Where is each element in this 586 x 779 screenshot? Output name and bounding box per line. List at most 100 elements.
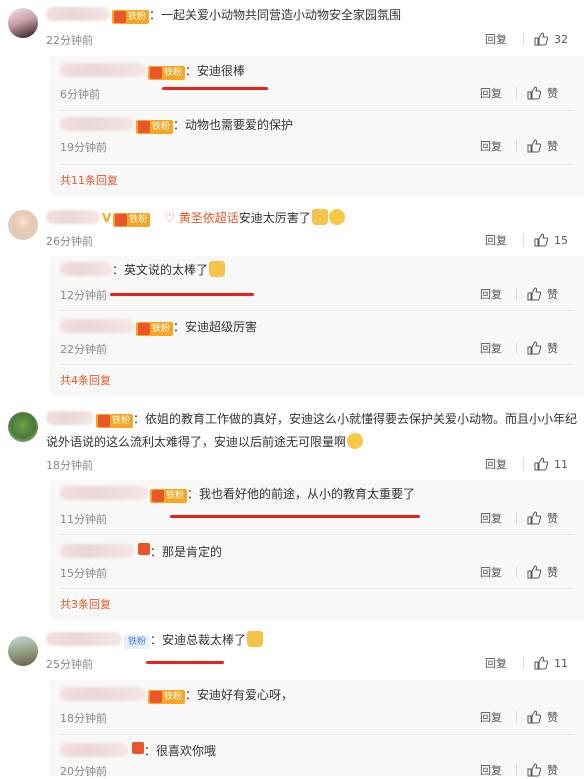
comment-3: 铁粉 ：依姐的教育工作做的真好，安迪这么小就懂得要去保护关爱小动物。而且小小年纪 …: [0, 402, 586, 624]
thumbs-up-icon[interactable]: [534, 32, 548, 46]
reply-item: 铁粉 ：安迪超级厉害 22分钟前 回复 赞: [50, 311, 584, 364]
fan-badge: 铁粉: [136, 120, 174, 134]
thumbs-up-icon[interactable]: [534, 233, 548, 247]
thumbs-up-icon[interactable]: [527, 511, 541, 525]
comment-4: 铁粉 ：安迪总裁太棒了 25分钟前 回复 11 铁粉 ：安迪好有爱心呀， 18分钟前…: [0, 624, 586, 778]
reply-text: ：安迪好有爱心呀，: [185, 688, 294, 702]
reply-button[interactable]: 回复: [480, 138, 502, 154]
reply-button[interactable]: 回复: [485, 232, 507, 248]
divider: [516, 566, 517, 578]
reply-box: 铁粉 ：我也看好他的前途，从小的教育太重要了 11分钟前 回复 赞 ：那是肯定的 …: [50, 480, 584, 620]
username[interactable]: [46, 411, 94, 425]
username[interactable]: [60, 743, 128, 757]
like-label[interactable]: 赞: [547, 709, 558, 725]
super-topic-link[interactable]: ♡ 黄圣依超话: [164, 211, 239, 225]
reply-text: ：安迪很棒: [185, 64, 246, 78]
thumbs-up-icon[interactable]: [527, 565, 541, 579]
thumbs-up-icon[interactable]: [527, 86, 541, 100]
blush-emoji-icon: [347, 433, 364, 449]
username[interactable]: [60, 262, 112, 276]
highlight-underline: [110, 293, 254, 296]
username[interactable]: [60, 486, 148, 500]
thumbs-up-icon[interactable]: [527, 341, 541, 355]
reply-button[interactable]: 回复: [485, 31, 507, 47]
reply-button[interactable]: 回复: [480, 564, 502, 580]
comment-text-line1: ：依姐的教育工作做的真好，安迪这么小就懂得要去保护关爱小动物。而且小小年纪: [133, 412, 578, 426]
fan-badge: 铁粉: [96, 414, 134, 428]
reply-text: ：安迪超级厉害: [173, 320, 258, 334]
like-label[interactable]: 赞: [547, 340, 558, 356]
like-label[interactable]: 赞: [547, 85, 558, 101]
reply-button[interactable]: 回复: [485, 655, 507, 671]
like-count: 11: [554, 656, 568, 670]
more-replies-link[interactable]: 共3条回复: [60, 596, 111, 612]
username[interactable]: [46, 632, 122, 646]
username[interactable]: [60, 544, 134, 558]
thumbs-up-emoji-icon: [209, 261, 226, 277]
fan-badge-icon: [136, 542, 150, 556]
avatar[interactable]: [8, 210, 38, 240]
reply-time: 18分钟前: [60, 712, 107, 725]
username[interactable]: [60, 63, 146, 77]
reply-item: ：很喜欢你哦 20分钟前 回复 赞: [50, 735, 584, 778]
verified-v-icon: V: [102, 211, 112, 225]
thumbs-up-icon[interactable]: [527, 710, 541, 724]
username[interactable]: [60, 117, 134, 131]
reply-item: ：那是肯定的 15分钟前 回复 赞: [50, 535, 584, 588]
reply-time: 15分钟前: [60, 567, 107, 580]
reply-button[interactable]: 回复: [480, 709, 502, 725]
reply-time: 22分钟前: [60, 343, 107, 356]
thumbs-up-icon[interactable]: [527, 287, 541, 301]
like-label[interactable]: 赞: [547, 286, 558, 302]
avatar[interactable]: [8, 8, 38, 38]
like-label[interactable]: 赞: [547, 510, 558, 526]
highlight-underline: [162, 87, 268, 90]
reply-button[interactable]: 回复: [480, 510, 502, 526]
reply-item: 铁粉 ：安迪很棒 6分钟前 回复 赞: [50, 56, 584, 110]
thumbs-up-icon[interactable]: [534, 457, 548, 471]
username[interactable]: [60, 687, 146, 701]
reply-item: 铁粉 ：动物也需要爱的保护 19分钟前 回复 赞: [50, 111, 584, 164]
username[interactable]: [60, 319, 134, 333]
username[interactable]: [46, 7, 110, 21]
divider: [523, 458, 524, 470]
fan-badge: 铁粉: [148, 66, 186, 80]
like-label[interactable]: 赞: [547, 138, 558, 154]
reply-text: ：动物也需要爱的保护: [173, 118, 294, 132]
thumbs-up-emoji-icon: [247, 631, 264, 647]
divider: [523, 234, 524, 246]
reply-button[interactable]: 回复: [480, 340, 502, 356]
reply-button[interactable]: 回复: [485, 456, 507, 472]
comment-text-line2: 说外语说的这么流利太难得了，安迪以后前途无可限量啊: [46, 435, 347, 449]
reply-box: ：英文说的太棒了 12分钟前 回复 赞 铁粉 ：安迪超级厉害 22分钟前 回复 赞…: [50, 256, 584, 396]
avatar[interactable]: [8, 636, 38, 666]
username[interactable]: [46, 210, 100, 224]
fan-badge: 铁粉: [136, 322, 174, 336]
reply-item: 铁粉 ：我也看好他的前途，从小的教育太重要了 11分钟前 回复 赞: [50, 480, 584, 534]
reply-text: ：很喜欢你哦: [144, 744, 217, 758]
avatar[interactable]: [8, 412, 38, 442]
like-label[interactable]: 赞: [547, 564, 558, 580]
thumbs-up-icon[interactable]: [534, 656, 548, 670]
thumbs-up-icon[interactable]: [527, 763, 541, 777]
fan-badge-icon: [130, 741, 144, 755]
comment-text: 安迪太厉害了: [238, 211, 311, 225]
reply-button[interactable]: 回复: [480, 286, 502, 302]
thumbs-up-icon[interactable]: [527, 139, 541, 153]
highlight-underline: [170, 515, 420, 518]
surprised-emoji-icon: [328, 209, 345, 225]
reply-button[interactable]: 回复: [480, 85, 502, 101]
divider: [516, 512, 517, 524]
divider: [60, 164, 574, 165]
more-replies-link[interactable]: 共11条回复: [60, 172, 118, 188]
divider: [60, 588, 574, 589]
reply-time: 12分钟前: [60, 289, 107, 302]
comment-2: V 铁粉 ♡ 黄圣依超话安迪太厉害了 26分钟前 回复 15 ：英文说的太棒了 1…: [0, 200, 586, 408]
fan-badge: 铁粉: [124, 635, 151, 649]
like-count: 32: [554, 32, 568, 46]
fan-badge: 铁粉: [150, 489, 188, 503]
more-replies-link[interactable]: 共4条回复: [60, 372, 111, 388]
reply-item: ：英文说的太棒了 12分钟前 回复 赞: [50, 256, 584, 310]
thumbs-up-emoji-icon: [311, 209, 328, 225]
reply-text: ：英文说的太棒了: [112, 263, 209, 277]
